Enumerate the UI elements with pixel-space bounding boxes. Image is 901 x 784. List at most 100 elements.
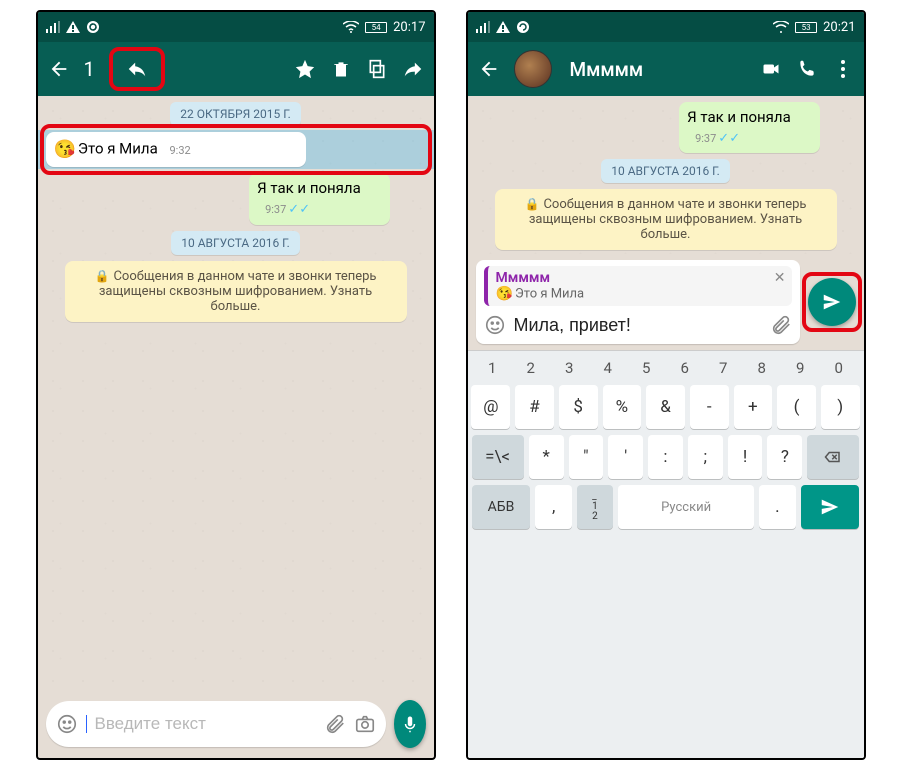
period-key[interactable]: . — [759, 485, 795, 529]
back-arrow-icon[interactable] — [48, 58, 70, 80]
copy-icon[interactable] — [366, 58, 388, 80]
lock-icon: 🔒 — [95, 269, 110, 283]
keyboard-row: @ # $ % & - + ( ) — [472, 385, 860, 429]
status-time: 20:17 — [393, 20, 425, 35]
avatar[interactable] — [514, 50, 552, 88]
key[interactable]: 0 — [822, 359, 856, 377]
camera-icon[interactable] — [354, 713, 376, 735]
key[interactable]: & — [646, 385, 685, 429]
spacebar[interactable]: Русский — [618, 485, 754, 529]
message-input-field[interactable] — [46, 701, 386, 747]
keyboard-bottom-row: АБВ , _12 Русский . — [472, 485, 860, 529]
reply-from: Ммммм — [496, 270, 784, 286]
warning-icon — [496, 21, 510, 33]
key[interactable]: ( — [777, 385, 816, 429]
reply-preview[interactable]: Ммммм 😘Это я Мила ✕ — [484, 266, 792, 306]
key[interactable]: 1 — [476, 359, 510, 377]
message-text: Я так и поняла — [257, 179, 361, 197]
key[interactable]: 6 — [668, 359, 702, 377]
battery-indicator: 54 — [365, 22, 387, 33]
status-bar: 53 20:21 — [468, 12, 864, 42]
message-input-stack: Ммммм 😘Это я Мила ✕ — [476, 260, 800, 344]
message-text: Это я Мила — [78, 140, 158, 158]
status-bar: 54 20:17 — [38, 12, 434, 42]
key[interactable]: ) — [821, 385, 860, 429]
key[interactable]: ' — [608, 435, 643, 479]
key[interactable]: : — [648, 435, 683, 479]
back-arrow-icon[interactable] — [478, 58, 500, 80]
text-input[interactable] — [95, 714, 316, 734]
key[interactable]: 8 — [745, 359, 779, 377]
key[interactable]: - — [690, 385, 729, 429]
key[interactable]: 5 — [630, 359, 664, 377]
chat-header: Ммммм — [468, 42, 864, 96]
backspace-key[interactable] — [807, 435, 859, 479]
selected-count: 1 — [84, 57, 95, 81]
key[interactable]: * — [529, 435, 564, 479]
key[interactable]: 9 — [784, 359, 818, 377]
symbols-key[interactable]: =\< — [472, 435, 524, 479]
outgoing-message[interactable]: Я так и поняла 9:37✓✓ — [249, 173, 390, 224]
shift-key[interactable]: _12 — [577, 485, 613, 529]
voice-record-button[interactable] — [394, 700, 426, 748]
key[interactable]: 4 — [591, 359, 625, 377]
reply-snippet: 😘Это я Мила — [496, 286, 784, 302]
key[interactable]: # — [515, 385, 554, 429]
emoji-icon[interactable] — [56, 713, 78, 735]
encryption-notice[interactable]: 🔒Сообщения в данном чате и звонки теперь… — [65, 261, 407, 322]
more-options-icon[interactable] — [832, 58, 854, 80]
key[interactable]: " — [569, 435, 604, 479]
message-time: 9:37 — [265, 203, 286, 216]
voice-call-icon[interactable] — [796, 58, 818, 80]
wifi-icon — [773, 21, 789, 33]
message-time: 9:37 — [695, 132, 716, 145]
key[interactable]: @ — [471, 385, 510, 429]
chat-area: Я так и поняла 9:37✓✓ 10 АВГУСТА 2016 Г.… — [468, 96, 864, 254]
date-chip: 22 ОКТЯБРЯ 2015 Г. — [170, 102, 301, 126]
chat-area: 22 ОКТЯБРЯ 2015 Г. 😘Это я Мила 9:32 Я та… — [38, 96, 434, 694]
attachment-icon[interactable] — [324, 713, 346, 735]
keyboard: 1 2 3 4 5 6 7 8 9 0 @ # $ % & - + ( ) =\… — [468, 350, 864, 758]
lock-icon: 🔒 — [525, 197, 540, 211]
enter-key[interactable] — [801, 485, 860, 529]
key[interactable]: 2 — [514, 359, 548, 377]
emoji-icon[interactable] — [484, 314, 506, 336]
key[interactable]: ? — [767, 435, 802, 479]
delete-icon[interactable] — [330, 58, 352, 80]
key[interactable]: 7 — [707, 359, 741, 377]
forward-icon[interactable] — [402, 58, 424, 80]
signal-icon — [476, 21, 490, 33]
key[interactable]: % — [603, 385, 642, 429]
selected-message-row[interactable]: 😘Это я Мила 9:32 — [46, 132, 426, 167]
read-checkmarks-icon: ✓✓ — [288, 202, 310, 217]
outgoing-message[interactable]: Я так и поняла 9:37✓✓ — [679, 102, 820, 153]
key[interactable]: ! — [728, 435, 763, 479]
sync-icon — [516, 20, 530, 34]
text-input[interactable] — [514, 315, 762, 336]
status-time: 20:21 — [823, 20, 855, 35]
video-call-icon[interactable] — [760, 58, 782, 80]
key[interactable]: $ — [559, 385, 598, 429]
star-icon[interactable] — [294, 58, 316, 80]
message-input-bar — [38, 694, 434, 758]
signal-icon — [46, 21, 60, 33]
attachment-icon[interactable] — [770, 314, 792, 336]
reply-button-highlighted[interactable] — [109, 47, 165, 91]
comma-key[interactable]: , — [535, 485, 571, 529]
date-chip: 10 АВГУСТА 2016 Г. — [601, 159, 730, 183]
encryption-notice[interactable]: 🔒Сообщения в данном чате и звонки теперь… — [495, 189, 837, 250]
phone-screenshot-2: 53 20:21 Ммммм Я так и поняла 9:37✓✓ 10 … — [466, 10, 866, 760]
key[interactable]: 3 — [553, 359, 587, 377]
key[interactable]: + — [734, 385, 773, 429]
kiss-emoji: 😘 — [54, 139, 76, 160]
key[interactable]: ; — [688, 435, 723, 479]
chat-title[interactable]: Ммммм — [570, 58, 746, 81]
message-text: Я так и поняла — [687, 108, 791, 126]
warning-icon — [66, 21, 80, 33]
close-reply-icon[interactable]: ✕ — [774, 270, 786, 286]
send-button-highlighted[interactable] — [808, 278, 856, 326]
abc-key[interactable]: АБВ — [472, 485, 531, 529]
message-time: 9:32 — [170, 144, 191, 157]
date-chip: 10 АВГУСТА 2016 Г. — [171, 231, 300, 255]
keyboard-number-row: 1 2 3 4 5 6 7 8 9 0 — [472, 357, 860, 379]
